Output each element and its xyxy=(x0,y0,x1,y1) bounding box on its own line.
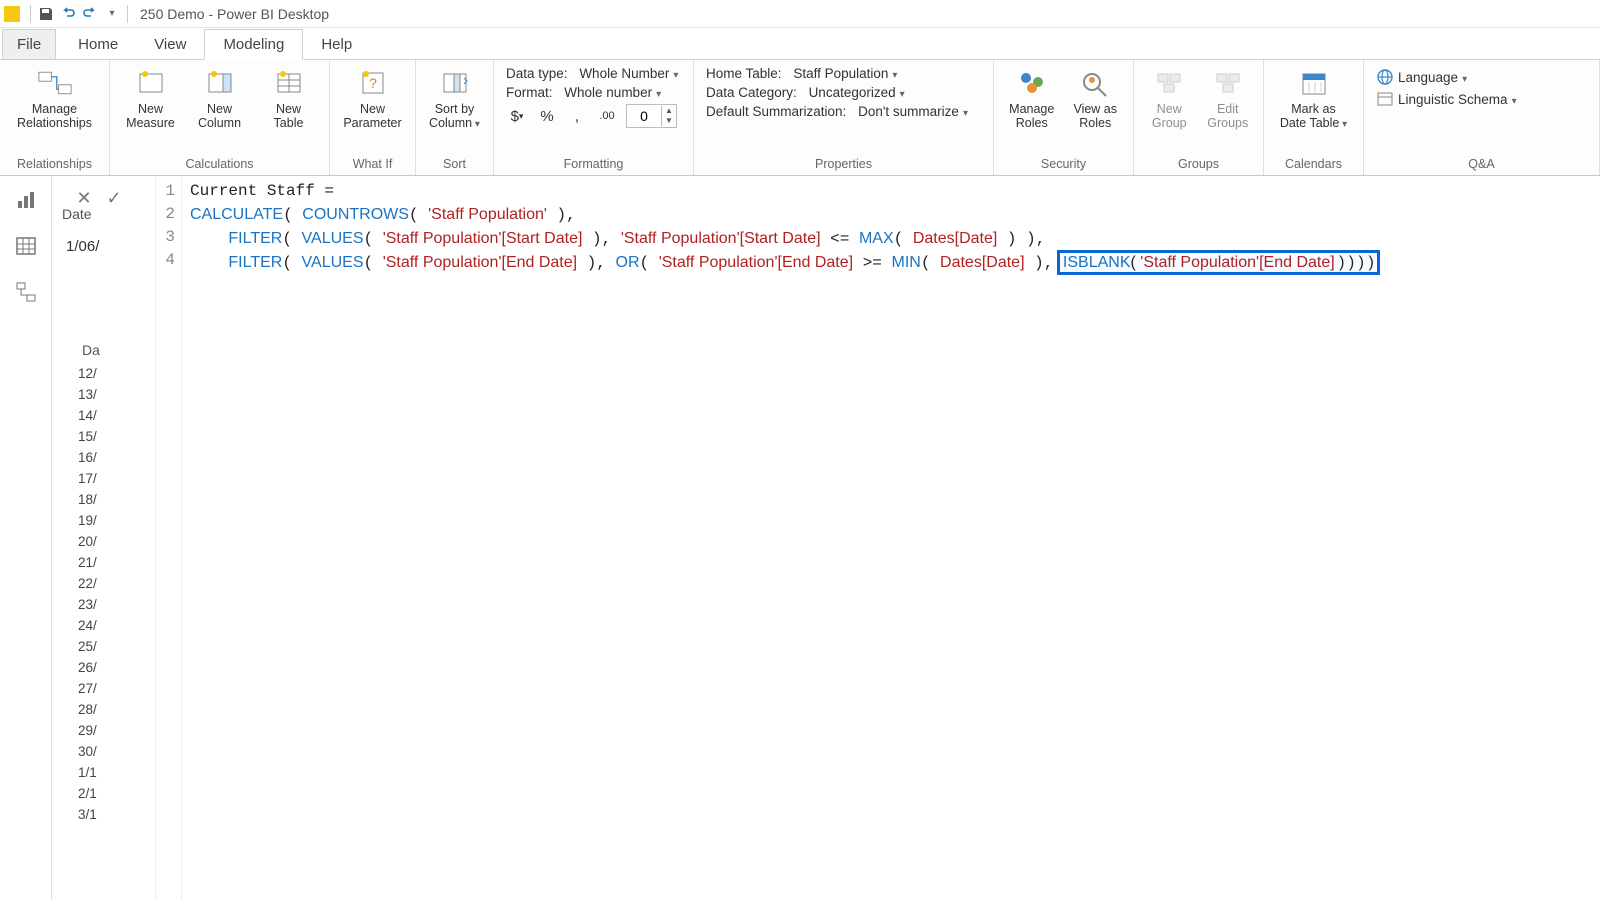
data-row: 26/ xyxy=(78,660,155,681)
data-row: 28/ xyxy=(78,702,155,723)
app-icon xyxy=(4,6,20,22)
data-row: 13/ xyxy=(78,387,155,408)
data-row: 19/ xyxy=(78,513,155,534)
manage-relationships-label: Manage Relationships xyxy=(17,102,92,131)
data-row: 24/ xyxy=(78,618,155,639)
new-column-button[interactable]: New Column xyxy=(185,64,254,131)
relationships-icon xyxy=(38,66,72,100)
group-properties-label: Properties xyxy=(694,155,993,175)
group-qa-label: Q&A xyxy=(1364,155,1599,175)
data-row: 18/ xyxy=(78,492,155,513)
data-row: 27/ xyxy=(78,681,155,702)
format-dropdown[interactable]: Format: Whole number xyxy=(506,85,681,100)
mark-as-date-table-button[interactable]: Mark as Date Table xyxy=(1279,64,1349,131)
new-group-button[interactable]: New Group xyxy=(1140,64,1199,131)
tab-view[interactable]: View xyxy=(136,30,204,59)
formula-cancel-icon[interactable]: ✕ xyxy=(72,186,96,210)
secondary-column-header: Da xyxy=(82,342,100,358)
save-icon[interactable] xyxy=(35,3,57,25)
group-calendars-label: Calendars xyxy=(1264,155,1363,175)
new-measure-button[interactable]: New Measure xyxy=(116,64,185,131)
spin-up-icon[interactable]: ▲ xyxy=(662,106,676,116)
view-as-roles-button[interactable]: View as Roles xyxy=(1064,64,1128,131)
linguistic-schema-dropdown[interactable]: Linguistic Schema xyxy=(1376,90,1517,108)
view-rail xyxy=(0,176,52,900)
group-whatif-label: What If xyxy=(330,155,415,175)
data-category-dropdown[interactable]: Data Category: Uncategorized xyxy=(706,85,981,100)
globe-icon xyxy=(1376,68,1394,86)
calendar-icon xyxy=(1297,66,1331,100)
model-view-icon[interactable] xyxy=(12,278,40,306)
data-row: 25/ xyxy=(78,639,155,660)
window-title: 250 Demo - Power BI Desktop xyxy=(140,6,329,22)
column-icon xyxy=(203,66,237,100)
data-row: 12/ xyxy=(78,366,155,387)
data-row: 22/ xyxy=(78,576,155,597)
sort-icon xyxy=(438,66,472,100)
new-parameter-button[interactable]: ? New Parameter xyxy=(338,64,408,131)
thousands-button[interactable]: , xyxy=(566,105,588,127)
undo-icon[interactable] xyxy=(57,3,79,25)
spin-down-icon[interactable]: ▼ xyxy=(662,116,676,126)
manage-relationships-button[interactable]: Manage Relationships xyxy=(7,64,103,131)
home-table-dropdown[interactable]: Home Table: Staff Population xyxy=(706,66,981,81)
svg-text:?: ? xyxy=(369,75,377,91)
manage-roles-button[interactable]: Manage Roles xyxy=(1000,64,1064,131)
data-row: 29/ xyxy=(78,723,155,744)
edit-groups-button[interactable]: Edit Groups xyxy=(1199,64,1258,131)
data-row: 17/ xyxy=(78,471,155,492)
date-cell-value: 1/06/ xyxy=(66,238,99,255)
default-summarization-dropdown[interactable]: Default Summarization: Don't summarize xyxy=(706,104,981,119)
tab-home[interactable]: Home xyxy=(60,30,136,59)
data-row: 16/ xyxy=(78,450,155,471)
percent-button[interactable]: % xyxy=(536,105,558,127)
new-group-icon xyxy=(1152,66,1186,100)
view-as-icon xyxy=(1078,66,1112,100)
formula-commit-icon[interactable]: ✓ xyxy=(102,186,126,210)
data-row: 15/ xyxy=(78,429,155,450)
group-groups-label: Groups xyxy=(1134,155,1263,175)
redo-icon[interactable] xyxy=(79,3,101,25)
sort-by-column-button[interactable]: Sort by Column xyxy=(422,64,487,131)
data-row: 2/1 xyxy=(78,786,155,807)
group-calculations-label: Calculations xyxy=(110,155,329,175)
data-row: 3/1 xyxy=(78,807,155,828)
data-preview-strip: Date 1/06/ Da 12/13/14/15/16/17/18/19/20… xyxy=(52,176,156,900)
ribbon: Manage Relationships Relationships New M… xyxy=(0,60,1600,176)
decimal-icon: .00 xyxy=(596,105,618,127)
qat-dropdown-icon[interactable]: ▾ xyxy=(101,3,123,25)
group-security-label: Security xyxy=(994,155,1133,175)
manage-roles-icon xyxy=(1015,66,1049,100)
measure-icon xyxy=(134,66,168,100)
currency-button[interactable]: $▾ xyxy=(506,105,528,127)
tab-file[interactable]: File xyxy=(2,29,56,59)
parameter-icon: ? xyxy=(356,66,390,100)
tab-help[interactable]: Help xyxy=(303,30,370,59)
menu-bar: File Home View Modeling Help xyxy=(0,28,1600,60)
data-row: 23/ xyxy=(78,597,155,618)
report-view-icon[interactable] xyxy=(12,186,40,214)
decimal-places-input[interactable]: ▲▼ xyxy=(626,104,677,128)
group-sort-label: Sort xyxy=(416,155,493,175)
group-relationships-label: Relationships xyxy=(0,155,109,175)
data-row: 14/ xyxy=(78,408,155,429)
data-row: 1/1 xyxy=(78,765,155,786)
table-icon xyxy=(272,66,306,100)
data-row: 20/ xyxy=(78,534,155,555)
new-table-button[interactable]: New Table xyxy=(254,64,323,131)
language-dropdown[interactable]: Language xyxy=(1376,68,1517,86)
data-row: 30/ xyxy=(78,744,155,765)
group-formatting-label: Formatting xyxy=(494,155,693,175)
workspace: Date 1/06/ Da 12/13/14/15/16/17/18/19/20… xyxy=(0,176,1600,900)
data-view-icon[interactable] xyxy=(12,232,40,260)
tab-modeling[interactable]: Modeling xyxy=(204,29,303,60)
line-gutter: 1234 xyxy=(156,176,182,900)
formula-editor[interactable]: Current Staff = CALCULATE( COUNTROWS( 'S… xyxy=(182,176,1378,900)
data-row: 21/ xyxy=(78,555,155,576)
data-type-dropdown[interactable]: Data type: Whole Number xyxy=(506,66,681,81)
schema-icon xyxy=(1376,90,1394,108)
edit-groups-icon xyxy=(1211,66,1245,100)
title-bar: ▾ 250 Demo - Power BI Desktop xyxy=(0,0,1600,28)
